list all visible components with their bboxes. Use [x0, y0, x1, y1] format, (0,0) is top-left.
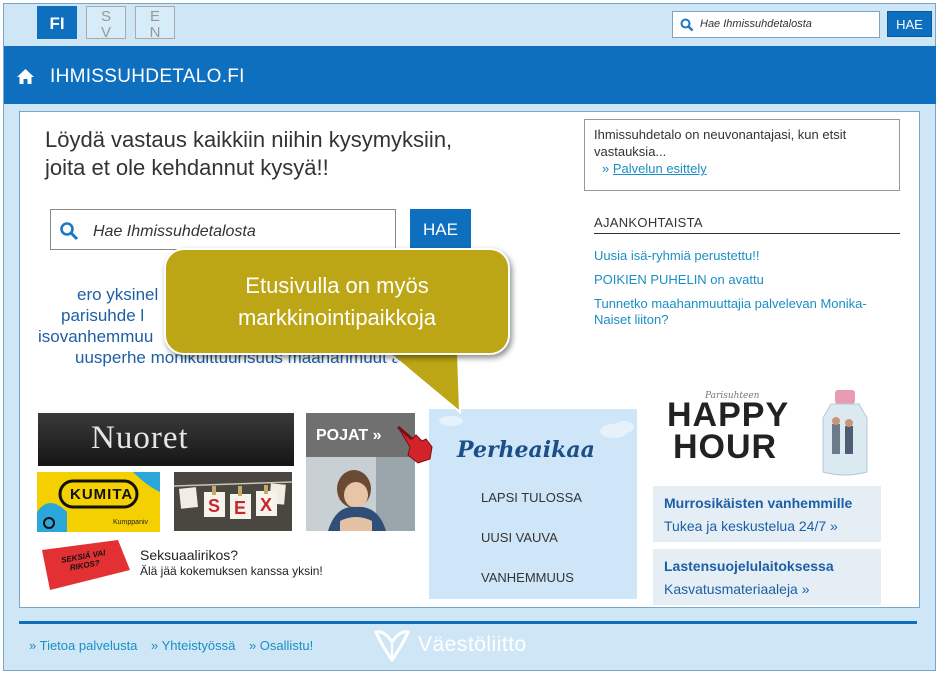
seksuaalirikos-title: Seksuaalirikos? [140, 547, 239, 563]
side-promo-title[interactable]: Murrosikäisten vanhemmille [664, 492, 870, 515]
main-search-placeholder: Hae Ihmissuhdetalosta [93, 223, 256, 240]
callout-line-1: Etusivulla on myös [245, 273, 429, 298]
top-search-input[interactable]: Hae Ihmissuhdetalosta [672, 11, 880, 38]
nuoret-banner-label: Nuoret [91, 420, 189, 456]
sex-banner[interactable]: S E X [174, 472, 292, 531]
language-sv-button[interactable]: SV [86, 6, 126, 41]
page-headline: Löydä vastaus kaikkiin niihin kysymyksii… [45, 126, 565, 182]
language-en-label: EN [149, 8, 161, 41]
perheaikaa-link[interactable]: VANHEMMUUS [481, 570, 574, 585]
seksuaalirikos-subtitle: Älä jää kokemuksen kanssa yksin! [140, 564, 323, 578]
main-search-input[interactable]: Hae Ihmissuhdetalosta [50, 209, 396, 250]
nuoret-banner[interactable]: Nuoret [38, 413, 294, 466]
service-intro-link[interactable]: Palvelun esittely [613, 161, 707, 176]
top-search-placeholder: Hae Ihmissuhdetalosta [700, 18, 812, 30]
vaestoliitto-logo-icon[interactable] [372, 628, 412, 662]
vaestoliitto-brand[interactable]: Väestöliitto [418, 633, 527, 657]
happy-hour-banner[interactable]: Parisuhteen HAPPY HOUR [663, 387, 885, 479]
search-icon [60, 222, 79, 241]
headline-line-1: Löydä vastaus kaikkiin niihin kysymyksii… [45, 127, 453, 152]
nav-bar: IHMISSUHDETALO.FI [4, 46, 936, 104]
info-box: Ihmissuhdetalo on neuvonantajasi, kun et… [584, 119, 900, 191]
news-item-link[interactable]: POIKIEN PUHELIN on avattu [594, 272, 894, 288]
sex-letter: E [234, 498, 247, 518]
main-search-button[interactable]: HAE [410, 209, 471, 250]
kumita-banner[interactable]: KUMITA Kumppaniv [37, 472, 160, 532]
footer-links: » Tietoa palvelusta » Yhteistyössä » Osa… [29, 638, 323, 653]
side-promo-title[interactable]: Lastensuojelulaitoksessa [664, 555, 870, 578]
footer-link-participate[interactable]: » Osallistu! [249, 638, 313, 653]
perheaikaa-link[interactable]: LAPSI TULOSSA [481, 490, 582, 505]
home-icon[interactable] [16, 68, 35, 85]
news-item-link[interactable]: Tunnetko maahanmuuttajia palvelevan Moni… [594, 296, 894, 328]
language-en-button[interactable]: EN [135, 6, 175, 41]
search-icon [680, 18, 694, 32]
language-fi-button[interactable]: FI [37, 6, 77, 39]
info-box-text: Ihmissuhdetalo on neuvonantajasi, kun et… [594, 127, 847, 159]
raquo-icon: » [602, 161, 613, 176]
kumita-small-label: Kumppaniv [113, 519, 149, 526]
headline-line-2: joita et ole kehdannut kysyä!! [45, 155, 329, 180]
callout-line-2: markkinointipaikkoja [237, 305, 437, 330]
footer-link-partners[interactable]: » Yhteistyössä [151, 638, 235, 653]
side-promo-link[interactable]: Kasvatusmateriaaleja » [664, 578, 870, 601]
sex-letter: X [260, 495, 273, 515]
side-promo-box: Murrosikäisten vanhemmille Tukea ja kesk… [653, 486, 881, 542]
footer-link-about[interactable]: » Tietoa palvelusta [29, 638, 137, 653]
side-promo-link[interactable]: Tukea ja keskustelua 24/7 » [664, 515, 870, 538]
side-promo-box: Lastensuojelulaitoksessa Kasvatusmateria… [653, 549, 881, 605]
bottle-graphic [822, 390, 868, 476]
top-search-button[interactable]: HAE [887, 11, 932, 37]
clothesline-graphic [174, 481, 292, 519]
sex-letter: S [208, 496, 221, 516]
kumita-label: KUMITA [70, 486, 134, 503]
site-title-link[interactable]: IHMISSUHDETALO.FI [50, 66, 245, 88]
language-sv-label: SV [100, 8, 111, 41]
seksuaalirikos-link[interactable]: Seksuaalirikos? Älä jää kokemuksen kanss… [140, 547, 323, 578]
footer-divider [19, 621, 917, 624]
news-heading: AJANKOHTAISTA [594, 215, 900, 234]
news-item-link[interactable]: Uusia isä-ryhmiä perustettu!! [594, 248, 894, 264]
happy-hour-line2: HOUR [673, 428, 778, 466]
seksi-vai-rikos-badge[interactable]: SEKSIÄ VAI RIKOS? [40, 540, 133, 590]
hand-pointer-icon [397, 425, 433, 464]
perheaikaa-link[interactable]: UUSI VAUVA [481, 530, 558, 545]
marketing-callout: Etusivulla on myös markkinointipaikkoja [164, 248, 510, 355]
